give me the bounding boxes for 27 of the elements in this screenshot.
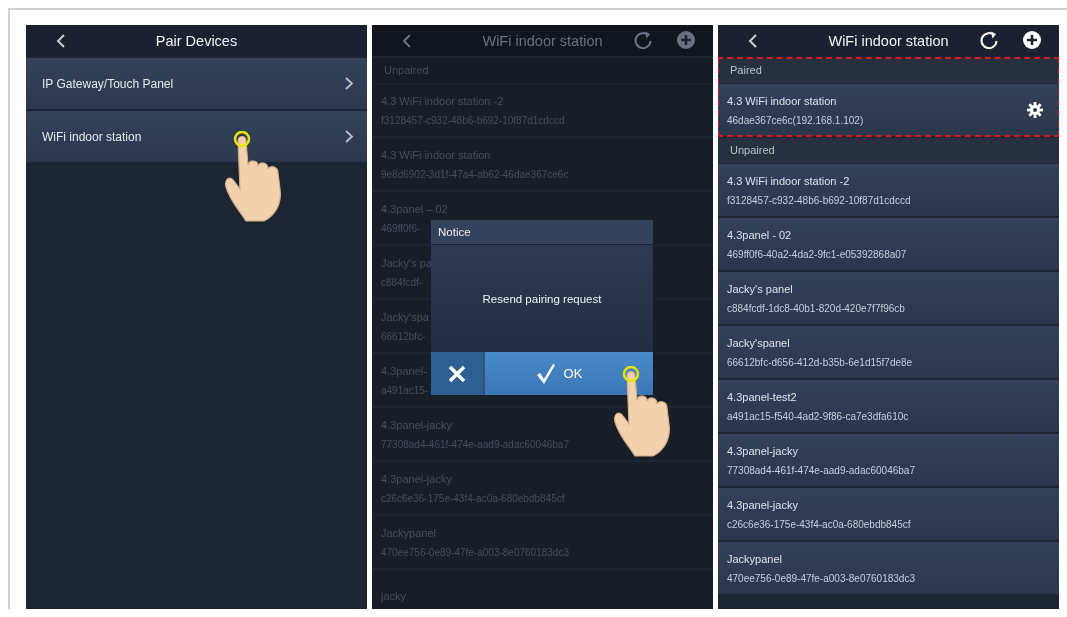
device-row[interactable]: Jacky's panel c884fcdf-1dc8-40b1-820d-420e7f7f96cb xyxy=(718,272,1059,324)
checkmark-icon xyxy=(535,362,556,385)
menu-item[interactable]: IP Gateway/Touch Panel xyxy=(26,58,367,109)
device-row[interactable]: Jackypanel 470ee756-0e89-47fe-a003-8e0760183dc3 xyxy=(718,542,1059,594)
section-header: Paired xyxy=(718,58,1059,83)
dialog-message: Resend pairing request xyxy=(482,292,602,305)
device-row[interactable]: Jacky'spanel 66612bfc-d656-412d-b35b-6e1d15f7de8e xyxy=(718,326,1059,378)
device-row[interactable]: 4.3panel-test2 a491ac15-f540-4ad2-9f86-ca7e3dfa610c xyxy=(718,380,1059,432)
screen-title: WiFi indoor station xyxy=(828,32,949,49)
screen-title: Pair Devices xyxy=(155,32,238,49)
chevron-right-icon xyxy=(345,77,353,90)
device-row[interactable]: 4.3panel-jacky c26c6e36-175e-43f4-ac0a-680ebdb845cf xyxy=(718,488,1059,540)
ok-button[interactable]: OK xyxy=(483,352,653,395)
device-row[interactable]: 4.3 WiFi indoor station 46dae367ce6c(192.168.1.102) xyxy=(718,84,1059,136)
settings-icon[interactable] xyxy=(1027,102,1043,118)
device-row[interactable]: 4.3panel - 02 469ff0f6-40a2-4da2-9fc1-e05392868a07 xyxy=(718,218,1059,270)
chevron-right-icon xyxy=(345,130,353,143)
cancel-button[interactable] xyxy=(431,352,483,395)
dialog-title: Notice xyxy=(431,220,653,245)
section-header: Unpaired xyxy=(718,138,1059,163)
device-row[interactable]: 4.3 WiFi indoor station -2 f3128457-c932-48b6-b692-10f87d1cdccd xyxy=(718,164,1059,216)
close-icon xyxy=(448,364,466,383)
device-row[interactable]: 4.3panel-jacky 77308ad4-461f-474e-aad9-adac60046ba7 xyxy=(718,434,1059,486)
screen-title: WiFi indoor station xyxy=(482,32,603,49)
menu-item[interactable]: WiFi indoor station xyxy=(26,111,367,162)
refresh-icon[interactable] xyxy=(979,30,999,50)
add-icon[interactable] xyxy=(1023,31,1041,49)
